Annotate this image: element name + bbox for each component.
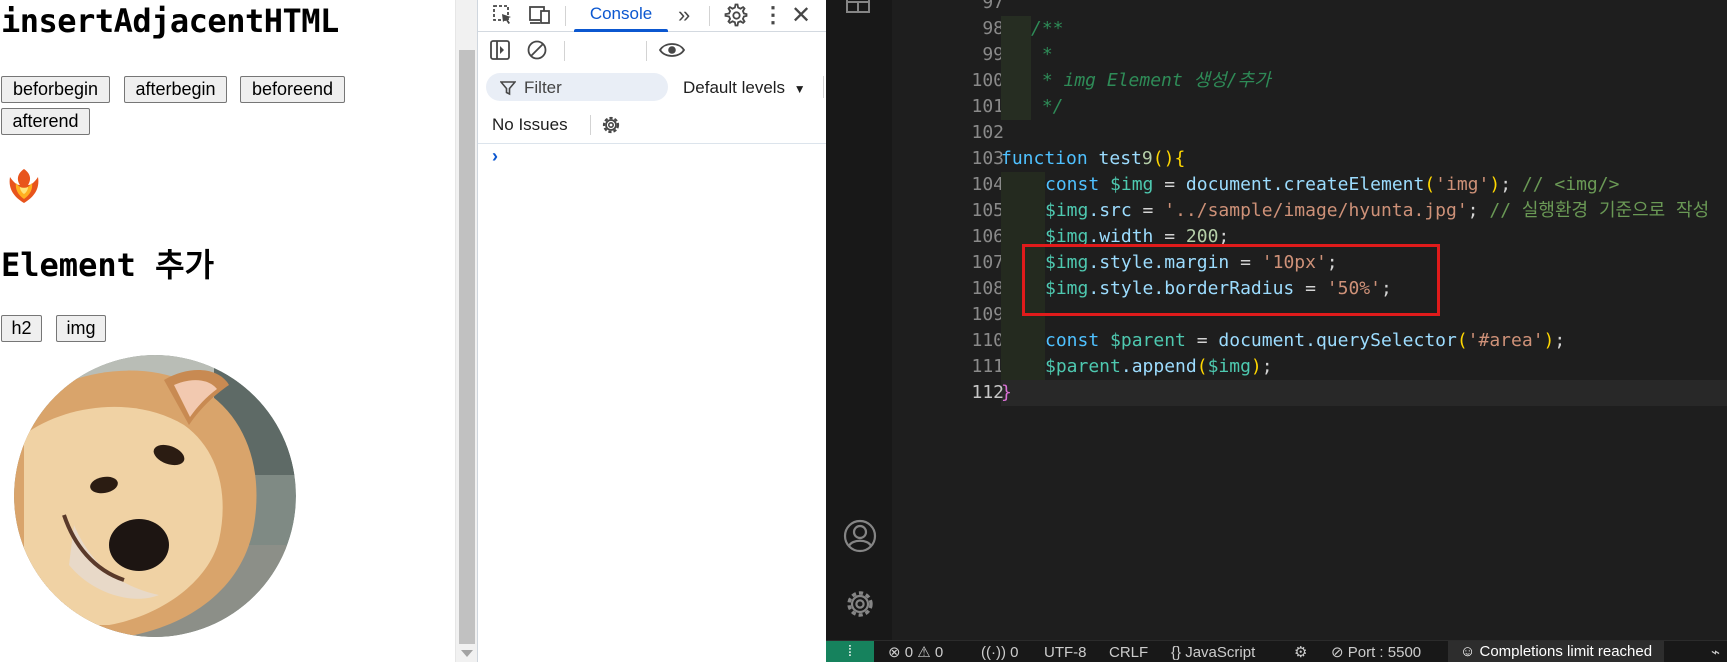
- completions-label: Completions limit reached: [1479, 643, 1653, 660]
- page-scrollbar[interactable]: [455, 0, 477, 662]
- log-levels-dropdown[interactable]: Default levels ▼: [683, 78, 806, 98]
- encoding-indicator[interactable]: UTF-8: [1044, 644, 1087, 662]
- filter-placeholder: Filter: [524, 78, 562, 97]
- tab-console[interactable]: Console: [574, 0, 668, 32]
- code-line[interactable]: /**: [1001, 16, 1064, 42]
- beforbegin-button[interactable]: beforbegin: [1, 76, 110, 103]
- feedback-icon[interactable]: ⚙: [1294, 644, 1307, 662]
- toolbar-divider: [590, 115, 591, 135]
- vscode-editor-window: 97 98 99 100 101 102 103 104 105 106 107 108 109 110 1…: [826, 0, 1727, 662]
- line-number-gutter: 97 98 99 100 101 102 103 104 105 106 107 108 109 110 1…: [892, 0, 1012, 640]
- live-server-port[interactable]: ⊘ Port : 5500: [1331, 644, 1421, 662]
- activity-bar: [826, 0, 892, 640]
- line-number: 107: [971, 252, 1004, 273]
- line-number: 100: [971, 70, 1004, 91]
- code-line[interactable]: const $img = document.createElement('img…: [1001, 172, 1619, 198]
- img-button[interactable]: img: [56, 315, 106, 342]
- more-tabs-chevron-icon[interactable]: »: [678, 2, 690, 28]
- line-number: 99: [982, 44, 1004, 65]
- line-number: 98: [982, 18, 1004, 39]
- line-number: 105: [971, 200, 1004, 221]
- clear-console-icon[interactable]: [526, 39, 548, 61]
- language-mode[interactable]: {} JavaScript: [1171, 644, 1255, 662]
- notifications-bell-icon[interactable]: ⌁: [1711, 644, 1720, 662]
- accounts-icon[interactable]: [842, 518, 878, 554]
- status-bar: ⁞ ⊗ 0 ⚠ 0 ((·)) 0 UTF-8 CRLF {} JavaScri…: [826, 640, 1727, 662]
- more-options-kebab-icon[interactable]: ⋮: [762, 2, 784, 28]
- code-line[interactable]: function test9(){: [1001, 146, 1185, 172]
- tab-divider: [709, 6, 710, 26]
- broadcast-icon: ((·)): [981, 644, 1006, 661]
- beforeend-button[interactable]: beforeend: [240, 76, 345, 103]
- eol-indicator[interactable]: CRLF: [1109, 644, 1148, 662]
- braces-icon: {}: [1171, 644, 1182, 661]
- remote-indicator-icon[interactable]: ⁞: [826, 641, 874, 662]
- filter-funnel-icon: [500, 81, 516, 96]
- language-label: JavaScript: [1185, 644, 1256, 661]
- line-number: 109: [971, 304, 1004, 325]
- completions-status[interactable]: ☺ Completions limit reached: [1448, 641, 1665, 662]
- ports-indicator[interactable]: ((·)) 0: [981, 644, 1019, 662]
- scrollbar-thumb[interactable]: [459, 50, 475, 644]
- afterend-button[interactable]: afterend: [1, 108, 90, 135]
- line-number: 112: [971, 382, 1004, 403]
- code-area[interactable]: /** * * img Element 생성/추가 */ function tes…: [1001, 0, 1727, 640]
- page-heading: insertAdjacentHTML: [1, 2, 339, 40]
- browser-page: insertAdjacentHTML beforbegin afterbegin…: [0, 0, 455, 662]
- error-count: 0: [904, 644, 914, 661]
- chevron-down-icon: ▼: [793, 82, 806, 96]
- code-line[interactable]: $parent.append($img);: [1001, 354, 1273, 380]
- code-line[interactable]: * img Element 생성/추가: [1001, 68, 1271, 94]
- toolbar-divider: [646, 41, 647, 61]
- phoenix-logo-image: [9, 169, 39, 203]
- dog-photo-image: [14, 355, 296, 637]
- extensions-icon[interactable]: [844, 0, 874, 18]
- close-icon[interactable]: ✕: [791, 1, 811, 30]
- line-number: 103: [971, 148, 1004, 169]
- console-toolbar: top ▼: [478, 32, 827, 91]
- sidebar-toggle-icon[interactable]: [489, 39, 511, 61]
- code-line[interactable]: const $parent = document.querySelector('…: [1001, 328, 1565, 354]
- code-line[interactable]: *: [1001, 42, 1053, 68]
- inspect-element-icon[interactable]: [492, 4, 514, 26]
- console-settings-gear-icon[interactable]: [599, 113, 623, 137]
- issues-bar: No Issues: [478, 106, 827, 144]
- line-number: 110: [971, 330, 1004, 351]
- tab-divider: [565, 6, 566, 26]
- error-icon: ⊗: [888, 644, 901, 661]
- ports-count: 0: [1010, 644, 1019, 661]
- line-number: 111: [971, 356, 1004, 377]
- settings-gear-icon[interactable]: [724, 3, 748, 27]
- section-heading: Element 추가: [1, 246, 215, 284]
- code-line[interactable]: */: [1001, 94, 1064, 120]
- manage-gear-icon[interactable]: [842, 586, 878, 622]
- problems-indicator[interactable]: ⊗ 0 ⚠ 0: [888, 644, 943, 662]
- scroll-down-arrow-icon[interactable]: [461, 650, 473, 657]
- line-number: 108: [971, 278, 1004, 299]
- line-number: 106: [971, 226, 1004, 247]
- copilot-icon: ☺: [1460, 643, 1476, 660]
- slash-circle-icon: ⊘: [1331, 644, 1344, 661]
- afterbegin-button[interactable]: afterbegin: [124, 76, 227, 103]
- line-number: 104: [971, 174, 1004, 195]
- toolbar-divider: [564, 41, 565, 61]
- warning-count: 0: [934, 644, 944, 661]
- code-line[interactable]: }: [1001, 380, 1012, 406]
- h2-button[interactable]: h2: [1, 315, 42, 342]
- code-line[interactable]: $img.src = '../sample/image/hyunta.jpg';…: [1001, 198, 1709, 224]
- devtools-panel: Console » ⋮ ✕ top ▼ F: [477, 0, 827, 662]
- warning-icon: ⚠: [917, 644, 931, 661]
- annotation-highlight-box: [1022, 244, 1440, 316]
- port-label: Port : 5500: [1347, 644, 1422, 661]
- line-number: 102: [971, 122, 1004, 143]
- issues-count[interactable]: No Issues: [492, 115, 568, 135]
- live-expression-eye-icon[interactable]: [658, 40, 686, 60]
- devtools-tabbar: Console » ⋮ ✕: [478, 0, 827, 32]
- toolbar-divider: [823, 76, 824, 98]
- console-prompt-icon[interactable]: ›: [492, 146, 498, 167]
- line-number: 101: [971, 96, 1004, 117]
- log-levels-label: Default levels: [683, 78, 786, 97]
- line-number: 97: [982, 0, 1004, 13]
- device-toolbar-icon[interactable]: [528, 4, 552, 26]
